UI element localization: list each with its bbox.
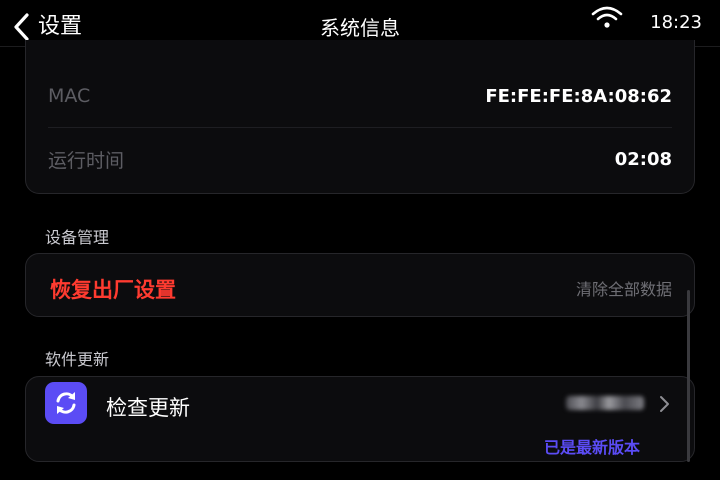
chevron-right-icon: [658, 395, 670, 417]
mac-label: MAC: [48, 85, 91, 107]
version-number-redacted: [566, 396, 644, 410]
refresh-icon: [45, 382, 87, 424]
device-management-heading: 设备管理: [45, 228, 110, 247]
info-card: MAC FE:FE:FE:8A:08:62 运行时间 02:08: [25, 40, 695, 194]
uptime-row: 运行时间 02:08: [48, 128, 672, 190]
scrollbar[interactable]: [687, 290, 690, 462]
factory-reset-label: 恢复出厂设置: [50, 278, 176, 302]
check-update-label: 检查更新: [106, 396, 190, 420]
mac-row: MAC FE:FE:FE:8A:08:62: [48, 65, 672, 128]
update-status: 已是最新版本: [543, 438, 640, 457]
status-clock: 18:23: [650, 12, 702, 33]
mac-value: FE:FE:FE:8A:08:62: [485, 85, 672, 107]
factory-reset-button[interactable]: 恢复出厂设置 清除全部数据: [25, 253, 695, 317]
uptime-value: 02:08: [614, 148, 672, 170]
wifi-icon: [590, 4, 624, 34]
check-update-button[interactable]: 检查更新 已是最新版本: [25, 376, 695, 462]
uptime-label: 运行时间: [48, 149, 125, 172]
factory-reset-subtitle: 清除全部数据: [575, 280, 672, 299]
software-update-heading: 软件更新: [45, 350, 110, 369]
